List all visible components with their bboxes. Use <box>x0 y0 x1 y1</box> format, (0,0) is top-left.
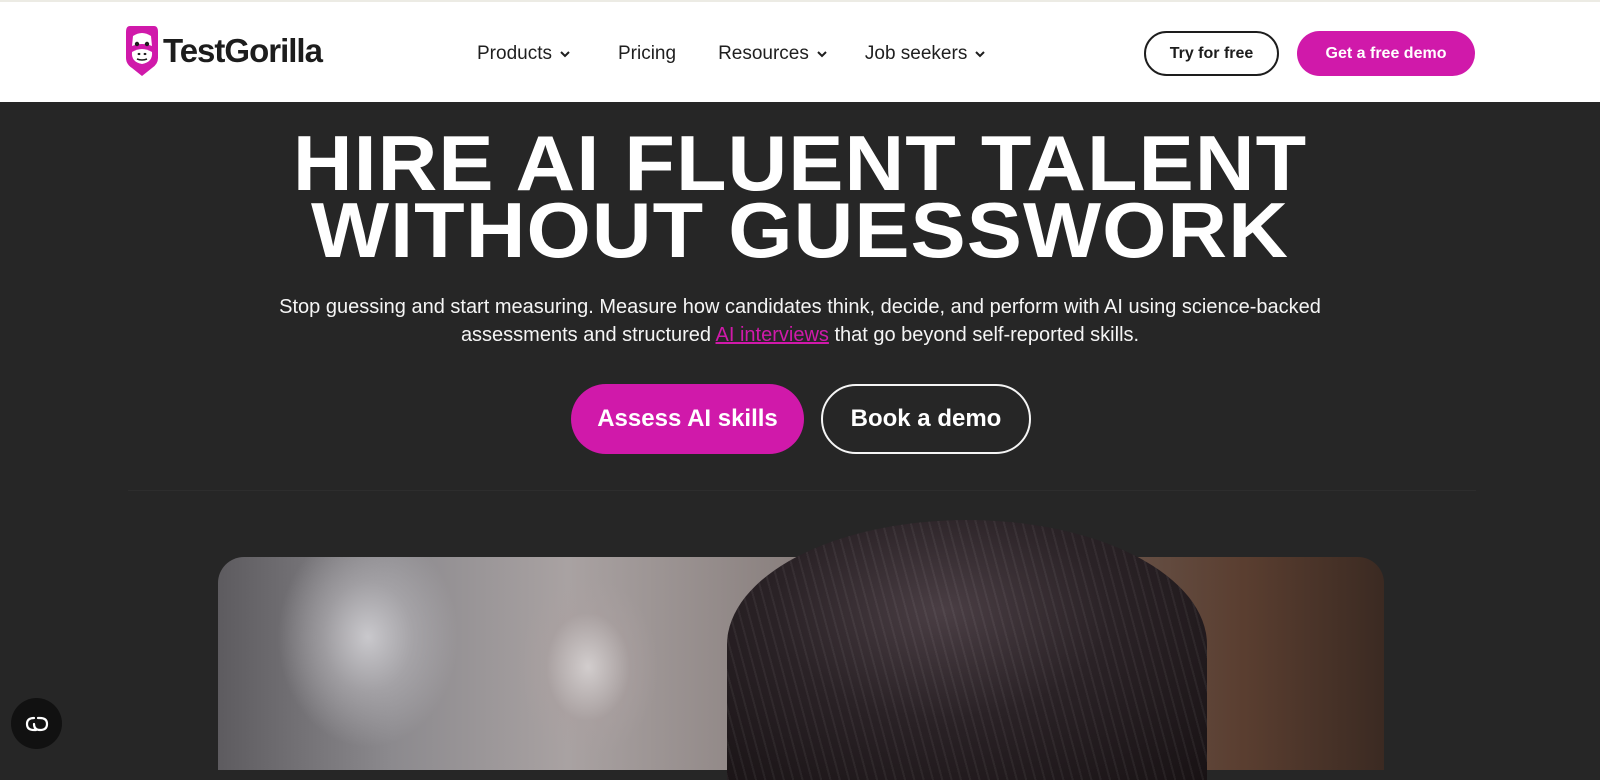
book-demo-button[interactable]: Book a demo <box>821 384 1031 454</box>
section-divider <box>128 490 1476 491</box>
site-header: TestGorilla Products Pricing Resources J… <box>0 2 1600 102</box>
hero-title-line-2: WITHOUT GUESSWORK <box>311 186 1289 274</box>
brand-name: TestGorilla <box>163 32 323 69</box>
hero-title: HIRE AI FLUENT TALENT WITHOUT GUESSWORK <box>0 124 1600 274</box>
chevron-down-icon <box>975 51 986 58</box>
nav-item-label: Products <box>477 43 552 64</box>
gorilla-logo-icon <box>126 26 158 76</box>
hero-subtitle-text-end: that go beyond self-reported skills. <box>834 324 1140 346</box>
hero-subtitle: Stop guessing and start measuring. Measu… <box>240 293 1360 349</box>
hero-video-person <box>727 520 1207 780</box>
nav-item-label: Resources <box>718 43 809 64</box>
nav-item-label: Pricing <box>617 43 677 64</box>
nav-item-resources[interactable]: Resources <box>718 43 829 65</box>
nav-item-products[interactable]: Products <box>477 43 572 65</box>
chevron-down-icon <box>817 51 827 58</box>
main-nav: Products Pricing Resources Job seekers <box>477 35 987 73</box>
assess-ai-skills-button[interactable]: Assess AI skills <box>571 384 804 454</box>
nav-item-pricing[interactable]: Pricing <box>618 43 676 65</box>
accessibility-button[interactable] <box>11 698 62 749</box>
logo-link[interactable]: TestGorilla <box>124 24 323 78</box>
chevron-down-icon <box>560 51 570 58</box>
accessibility-icon <box>25 716 48 731</box>
ai-interviews-link[interactable]: AI interviews <box>716 324 829 346</box>
nav-item-label: Job seekers <box>864 43 968 64</box>
get-free-demo-button[interactable]: Get a free demo <box>1297 31 1475 76</box>
try-for-free-button[interactable]: Try for free <box>1144 31 1279 76</box>
nav-item-job-seekers[interactable]: Job seekers <box>865 43 987 65</box>
